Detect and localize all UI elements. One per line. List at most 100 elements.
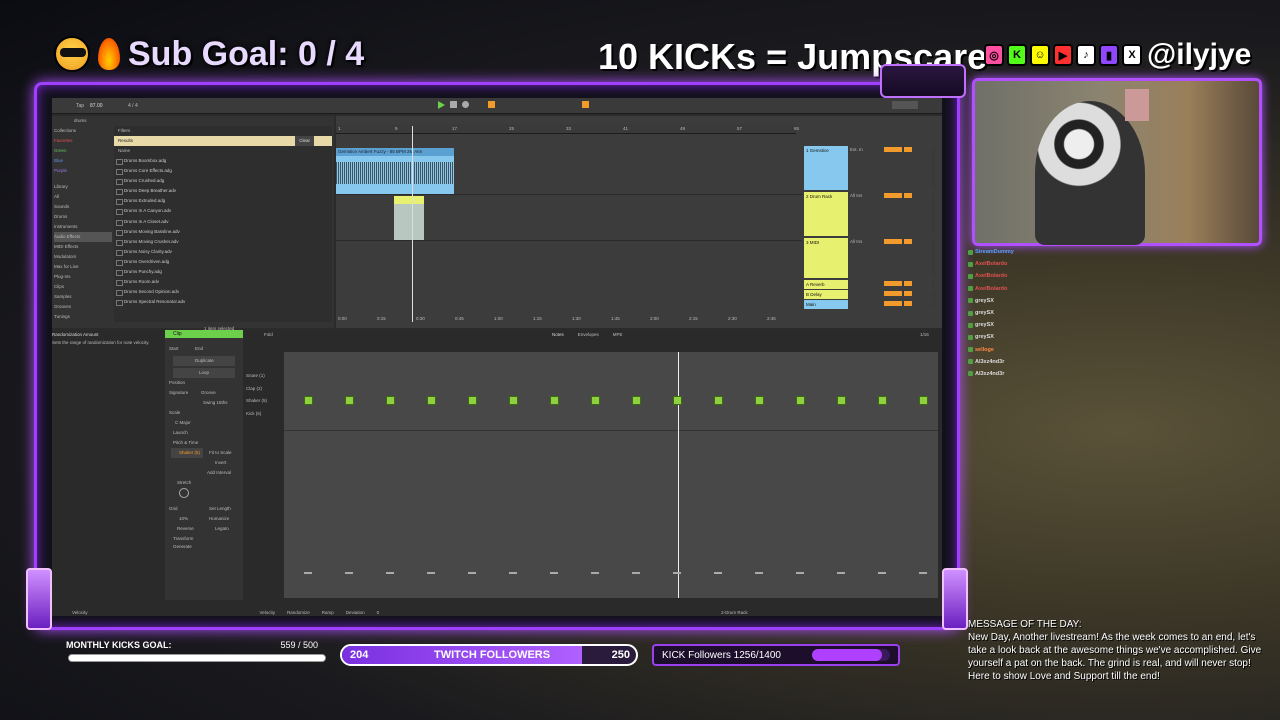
chat-username[interactable]: greySX	[975, 298, 994, 304]
library-item[interactable]: Instruments	[54, 222, 112, 232]
track-mute[interactable]	[904, 193, 912, 198]
browser-file-item[interactable]: Drums Moving Crusher.adv	[114, 237, 332, 247]
browser-file-item[interactable]: Drums Moving Bassline.adv	[114, 227, 332, 237]
play-icon[interactable]	[438, 101, 445, 109]
pitch-time-section[interactable]: Pitch & Time	[165, 438, 243, 448]
track-name[interactable]: 3 MIDI	[804, 238, 848, 278]
chat-username[interactable]: greySX	[975, 334, 994, 340]
library-item[interactable]: Clips	[54, 282, 112, 292]
note-shaker[interactable]	[304, 396, 313, 405]
browser-file-item[interactable]: Drums Core Effects.adg	[114, 166, 332, 176]
velocity-marker[interactable]	[673, 572, 681, 574]
velocity-marker[interactable]	[427, 572, 435, 574]
note-shaker[interactable]	[386, 396, 395, 405]
tab-envelopes[interactable]: Envelopes	[578, 330, 599, 340]
velocity-marker[interactable]	[878, 572, 886, 574]
mode-select[interactable]: Major	[180, 420, 191, 425]
add-interval-button[interactable]: Add Interval	[165, 468, 243, 478]
chat-username[interactable]: greySX	[975, 310, 994, 316]
deviation-value[interactable]: 0	[377, 608, 380, 616]
clear-button[interactable]: Clear	[295, 136, 314, 146]
key-select[interactable]: C	[175, 420, 178, 425]
tap-button[interactable]: Tap	[76, 103, 84, 109]
track-mute[interactable]	[904, 239, 912, 244]
browser-file-item[interactable]: Drums Second Opinion.adv	[114, 287, 332, 297]
chat-username[interactable]: selloge	[975, 347, 994, 353]
audio-clip[interactable]: Gemstice Ambert Fuzzy - 85 BPM 2M Atm	[336, 148, 454, 194]
note-shaker[interactable]	[632, 396, 641, 405]
launch-section[interactable]: Launch	[165, 428, 243, 438]
stretch-knob[interactable]	[179, 488, 189, 498]
signature-field[interactable]: 4 / 4	[128, 103, 138, 109]
library-item[interactable]: Max for Live	[54, 262, 112, 272]
stop-icon[interactable]	[450, 101, 457, 108]
track-name[interactable]: A Reverb	[804, 280, 848, 289]
browser-file-item[interactable]: Drums Overdriven.adg	[114, 257, 332, 267]
loop-switch-icon[interactable]	[582, 101, 589, 108]
filters-label[interactable]: Filters	[114, 126, 332, 136]
track-volume[interactable]	[884, 281, 902, 286]
track-header[interactable]: 2 Drum Rack All Ins	[804, 192, 942, 236]
library-item[interactable]: Modulators	[54, 252, 112, 262]
generate-section[interactable]: Generate	[165, 542, 243, 552]
track-input-route[interactable]: Ext. In	[850, 146, 863, 154]
note-shaker[interactable]	[919, 396, 928, 405]
chat-username[interactable]: Al3xz4nd3r	[975, 371, 1004, 377]
browser-file-item[interactable]: Drums Room.adv	[114, 277, 332, 287]
ramp-label[interactable]: Ramp	[322, 608, 334, 616]
collection-blue[interactable]: Blue	[54, 156, 112, 166]
deviation-label[interactable]: Deviation	[346, 608, 365, 616]
chat-username[interactable]: AxelBolardo	[975, 273, 1007, 279]
track-volume[interactable]	[884, 193, 902, 198]
velocity-marker[interactable]	[550, 572, 558, 574]
note-shaker[interactable]	[878, 396, 887, 405]
note-shaker[interactable]	[796, 396, 805, 405]
duplicate-button[interactable]: Duplicate	[173, 356, 235, 366]
library-item-selected[interactable]: Audio Effects	[54, 232, 112, 242]
track-header[interactable]: B Delay	[804, 290, 942, 299]
velocity-marker[interactable]	[714, 572, 722, 574]
library-item[interactable]: Sounds	[54, 202, 112, 212]
drum-row-label[interactable]: Clap (2)	[246, 383, 282, 396]
browser-file-item[interactable]: Drums Extruded.adg	[114, 196, 332, 206]
velocity-marker[interactable]	[796, 572, 804, 574]
browser-file-item[interactable]: Drums In A Canyon.adv	[114, 206, 332, 216]
note-shaker[interactable]	[714, 396, 723, 405]
drum-row-label[interactable]: Shaker (5)	[246, 395, 282, 408]
browser-file-item[interactable]: Drums Noisy Clarity.adv	[114, 247, 332, 257]
invert-button[interactable]: Invert	[165, 458, 243, 468]
browser-file-item[interactable]: Drums Punchy.adg	[114, 267, 332, 277]
note-shaker[interactable]	[591, 396, 600, 405]
library-item[interactable]: Plug-Ins	[54, 272, 112, 282]
note-shaker[interactable]	[837, 396, 846, 405]
library-item[interactable]: Drums	[54, 212, 112, 222]
browser-file-item[interactable]: Drums In A Closet.adv	[114, 217, 332, 227]
tab-mpe[interactable]: MPE	[613, 330, 623, 340]
track-name[interactable]: 1 Gemstice	[804, 146, 848, 190]
collection-green[interactable]: Green	[54, 146, 112, 156]
track-volume[interactable]	[884, 301, 902, 306]
chat-username[interactable]: AxelBolardo	[975, 261, 1007, 267]
note-shaker[interactable]	[673, 396, 682, 405]
track-header[interactable]: Main	[804, 300, 942, 309]
track-header[interactable]: A Reverb	[804, 280, 942, 289]
velocity-marker[interactable]	[632, 572, 640, 574]
track-input-route[interactable]: All Ins	[850, 238, 862, 246]
library-item[interactable]: Samples	[54, 292, 112, 302]
browser-search[interactable]: drums	[74, 116, 87, 126]
track-name[interactable]: 2 Drum Rack	[804, 192, 848, 236]
track-header[interactable]: 1 Gemstice Ext. In	[804, 146, 942, 190]
velocity-marker[interactable]	[591, 572, 599, 574]
track-header[interactable]: 3 MIDI All Ins	[804, 238, 942, 278]
track-name[interactable]: B Delay	[804, 290, 848, 299]
fit-scale-button[interactable]: Fit to Scale	[165, 448, 243, 458]
velocity-marker[interactable]	[468, 572, 476, 574]
chat-username[interactable]: StreamDummy	[975, 249, 1014, 255]
velocity-marker[interactable]	[919, 572, 927, 574]
chat-username[interactable]: Al3xz4nd3r	[975, 359, 1004, 365]
browser-file-item[interactable]: Drums Crushed.adg	[114, 176, 332, 186]
track-volume[interactable]	[884, 147, 902, 152]
drum-row-label[interactable]: Snare (1)	[246, 370, 282, 383]
note-shaker[interactable]	[509, 396, 518, 405]
beat-ruler[interactable]: 1 9 17 25 33 41 49 57 65	[336, 124, 799, 134]
